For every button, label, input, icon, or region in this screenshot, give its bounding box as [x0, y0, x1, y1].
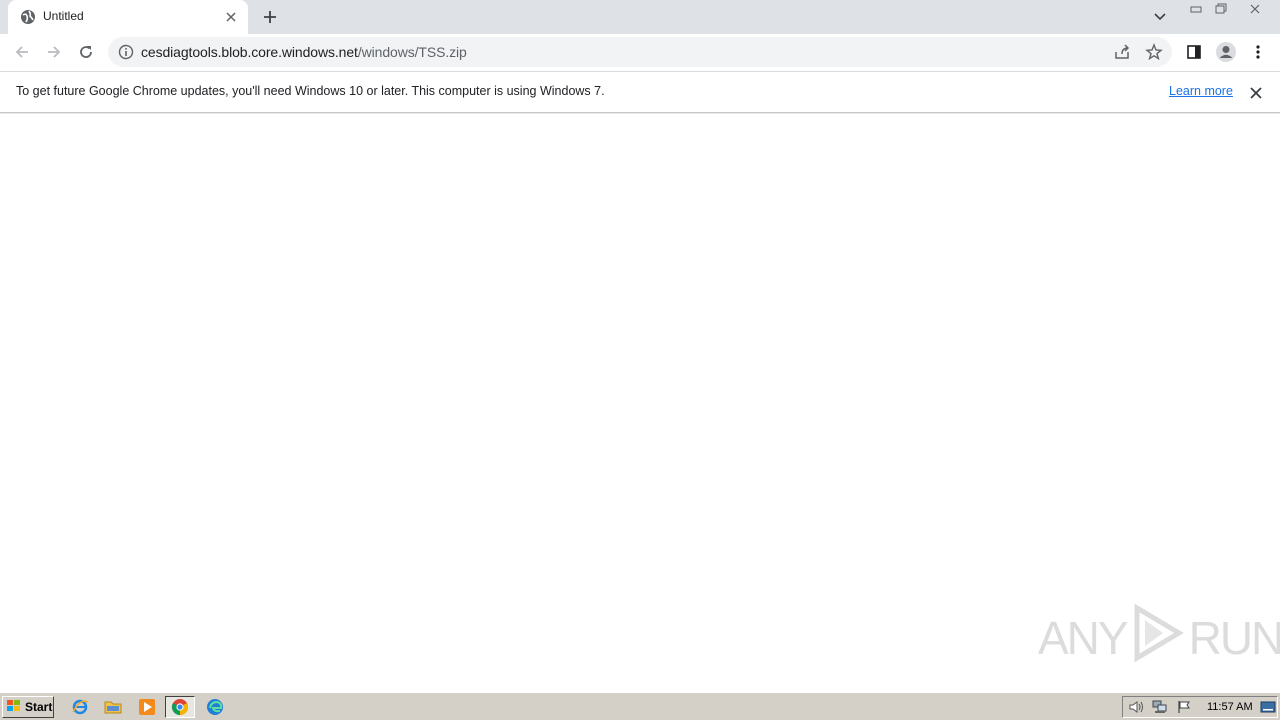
- minimize-window-icon[interactable]: [1184, 1, 1208, 17]
- volume-icon[interactable]: [1127, 699, 1145, 715]
- anyrun-watermark: ANY RUN: [1038, 603, 1280, 668]
- tab-title: Untitled: [43, 9, 84, 23]
- start-button[interactable]: Start: [2, 696, 54, 718]
- url-text[interactable]: cesdiagtools.blob.core.windows.net/windo…: [141, 44, 467, 60]
- address-bar[interactable]: cesdiagtools.blob.core.windows.net/windo…: [108, 37, 1172, 67]
- tab-strip: Untitled: [0, 0, 1280, 34]
- chrome-icon[interactable]: [165, 696, 195, 718]
- reload-icon[interactable]: [74, 40, 98, 64]
- windows-taskbar: Start 11:57 AM: [0, 692, 1280, 720]
- system-tray: 11:57 AM: [1122, 696, 1278, 718]
- close-window-icon[interactable]: [1235, 1, 1275, 17]
- tab-untitled[interactable]: Untitled: [8, 0, 248, 34]
- media-player-icon[interactable]: [137, 697, 157, 717]
- side-panel-icon[interactable]: [1184, 42, 1204, 62]
- globe-icon: [20, 9, 36, 25]
- internet-explorer-icon[interactable]: [70, 697, 90, 717]
- info-icon[interactable]: [118, 44, 134, 60]
- url-host: cesdiagtools.blob.core.windows.net: [141, 44, 358, 60]
- action-center-flag-icon[interactable]: [1175, 699, 1193, 715]
- windows-logo-icon: [6, 698, 22, 717]
- bookmark-star-icon[interactable]: [1145, 43, 1163, 61]
- infobar-close-icon[interactable]: [1247, 84, 1265, 102]
- edge-icon[interactable]: [205, 697, 225, 717]
- taskbar-clock: 11:57 AM: [1207, 701, 1253, 713]
- browser-toolbar: cesdiagtools.blob.core.windows.net/windo…: [0, 34, 1280, 71]
- page-content: [0, 114, 1280, 692]
- url-path: /windows/TSS.zip: [357, 44, 467, 60]
- tab-close-icon[interactable]: [222, 8, 240, 26]
- play-logo-icon: [1131, 603, 1185, 673]
- back-arrow-icon[interactable]: [10, 40, 34, 64]
- new-tab-plus-icon[interactable]: [259, 6, 281, 28]
- update-infobar: To get future Google Chrome updates, you…: [0, 71, 1280, 113]
- learn-more-link[interactable]: Learn more: [1169, 84, 1233, 98]
- start-label: Start: [25, 700, 53, 714]
- show-desktop-icon[interactable]: [1259, 699, 1277, 715]
- kebab-menu-icon[interactable]: [1248, 42, 1268, 62]
- chevron-down-icon[interactable]: [1150, 8, 1170, 26]
- profile-avatar-icon[interactable]: [1214, 40, 1238, 64]
- watermark-left-text: ANY: [1038, 612, 1129, 664]
- restore-window-icon[interactable]: [1208, 1, 1234, 17]
- folder-icon[interactable]: [103, 697, 123, 717]
- network-icon[interactable]: [1151, 699, 1169, 715]
- infobar-message: To get future Google Chrome updates, you…: [16, 84, 605, 98]
- forward-arrow-icon[interactable]: [42, 40, 66, 64]
- watermark-right-text: RUN: [1188, 612, 1280, 664]
- share-icon[interactable]: [1113, 43, 1131, 61]
